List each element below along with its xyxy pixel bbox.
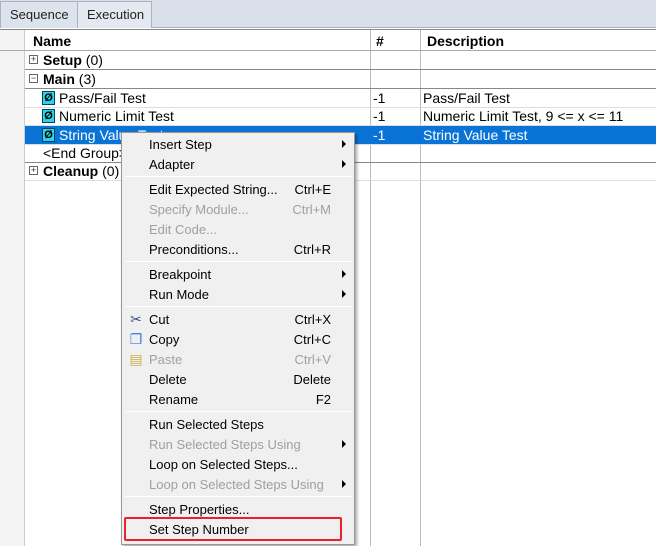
menu-item-run-mode[interactable]: Run Mode <box>122 284 354 304</box>
table-row[interactable]: Ø Pass/Fail Test -1 Pass/Fail Test <box>25 89 656 108</box>
menu-item-label: Rename <box>149 392 199 407</box>
menu-item-run-selected-steps-using[interactable]: Run Selected Steps Using <box>122 434 354 454</box>
menu-item-shortcut: Ctrl+V <box>294 352 331 367</box>
group-name: Cleanup (0) <box>43 163 120 179</box>
table-row[interactable]: + Setup (0) <box>25 51 656 70</box>
menu-item-label: Set Step Number <box>149 522 249 537</box>
step-type-icon: Ø <box>42 128 55 142</box>
menu-item-label: Preconditions... <box>149 242 239 257</box>
menu-item-label: Breakpoint <box>149 267 212 282</box>
submenu-arrow-icon <box>342 480 346 488</box>
menu-item-label: Cut <box>149 312 170 327</box>
submenu-arrow-icon <box>342 440 346 448</box>
menu-item-label: Loop on Selected Steps Using <box>149 477 324 492</box>
menu-item-specify-module[interactable]: Specify Module... Ctrl+M <box>122 199 354 219</box>
menu-separator <box>125 411 352 412</box>
menu-item-label: Adapter <box>149 157 195 172</box>
menu-item-label: Specify Module... <box>149 202 249 217</box>
menu-item-label: Run Selected Steps Using <box>149 437 301 452</box>
menu-item-delete[interactable]: Delete Delete <box>122 369 354 389</box>
submenu-arrow-icon <box>342 270 346 278</box>
group-name: Setup (0) <box>43 52 103 68</box>
step-number: -1 <box>373 90 386 106</box>
group-name: Main (3) <box>43 71 96 87</box>
menu-item-label: Loop on Selected Steps... <box>149 457 298 472</box>
menu-item-shortcut: Delete <box>293 372 331 387</box>
menu-separator <box>125 306 352 307</box>
step-name: <End Group> <box>43 145 128 161</box>
table-row[interactable]: − Main (3) <box>25 70 656 89</box>
menu-item-paste[interactable]: ▤ Paste Ctrl+V <box>122 349 354 369</box>
tab-sequence[interactable]: Sequence <box>0 1 79 28</box>
copy-icon: ❐ <box>129 331 143 347</box>
menu-item-preconditions[interactable]: Preconditions... Ctrl+R <box>122 239 354 259</box>
menu-item-shortcut: Ctrl+R <box>293 242 331 257</box>
table-row[interactable]: Ø Numeric Limit Test -1 Numeric Limit Test,… <box>25 107 656 126</box>
menu-item-insert-step[interactable]: Insert Step <box>122 134 354 154</box>
menu-item-cut[interactable]: ✂ Cut Ctrl+X <box>122 309 354 329</box>
menu-item-edit-code[interactable]: Edit Code... <box>122 219 354 239</box>
menu-item-shortcut: Ctrl+M <box>292 202 331 217</box>
step-type-icon: Ø <box>42 109 55 123</box>
menu-item-breakpoint[interactable]: Breakpoint <box>122 264 354 284</box>
step-description: Numeric Limit Test, 9 <= x <= 11 <box>423 108 624 124</box>
tab-bar: Sequence Execution <box>0 0 656 28</box>
menu-item-label: Edit Code... <box>149 222 217 237</box>
step-type-icon: Ø <box>42 91 55 105</box>
menu-item-label: Copy <box>149 332 180 347</box>
menu-item-step-properties[interactable]: Step Properties... <box>122 499 354 519</box>
menu-item-rename[interactable]: Rename F2 <box>122 389 354 409</box>
context-menu: Insert Step Adapter Edit Expected String..… <box>121 132 355 545</box>
menu-item-shortcut: F2 <box>315 392 331 407</box>
step-description: String Value Test <box>423 127 528 143</box>
column-header-number[interactable]: # <box>376 33 384 49</box>
menu-item-label: Paste <box>149 352 183 367</box>
menu-item-label: Step Properties... <box>149 502 250 517</box>
column-header-name[interactable]: Name <box>33 33 71 49</box>
step-name: Numeric Limit Test <box>59 108 174 124</box>
menu-item-label: Insert Step <box>149 137 212 152</box>
menu-item-run-selected-steps[interactable]: Run Selected Steps <box>122 414 354 434</box>
submenu-arrow-icon <box>342 140 346 148</box>
step-description: Pass/Fail Test <box>423 90 510 106</box>
tab-execution[interactable]: Execution <box>77 1 152 28</box>
menu-item-label: Run Mode <box>149 287 209 302</box>
collapse-icon[interactable]: − <box>29 74 38 83</box>
submenu-arrow-icon <box>342 160 346 168</box>
menu-item-shortcut: Ctrl+E <box>294 182 331 197</box>
menu-separator <box>125 176 352 177</box>
menu-item-edit-expected-string[interactable]: Edit Expected String... Ctrl+E <box>122 179 354 199</box>
menu-item-loop-on-selected-steps-using[interactable]: Loop on Selected Steps Using <box>122 474 354 494</box>
menu-item-label: Edit Expected String... <box>149 182 278 197</box>
step-name: Pass/Fail Test <box>59 90 146 106</box>
menu-item-label: Run Selected Steps <box>149 417 264 432</box>
expand-icon[interactable]: + <box>29 55 38 64</box>
menu-item-loop-on-selected-steps[interactable]: Loop on Selected Steps... <box>122 454 354 474</box>
menu-item-copy[interactable]: ❐ Copy Ctrl+C <box>122 329 354 349</box>
menu-item-set-step-number[interactable]: Set Step Number <box>122 519 354 539</box>
menu-item-shortcut: Ctrl+X <box>294 312 331 327</box>
step-number: -1 <box>373 127 386 143</box>
paste-icon: ▤ <box>129 351 143 367</box>
menu-item-shortcut: Ctrl+C <box>293 332 331 347</box>
step-number: -1 <box>373 108 386 124</box>
menu-item-label: Delete <box>149 372 187 387</box>
row-gutter <box>0 29 25 546</box>
menu-separator <box>125 261 352 262</box>
expand-icon[interactable]: + <box>29 166 38 175</box>
submenu-arrow-icon <box>342 290 346 298</box>
scissors-icon: ✂ <box>130 311 142 327</box>
grid-header: Name # Description <box>0 29 656 51</box>
menu-separator <box>125 496 352 497</box>
column-header-description[interactable]: Description <box>427 33 504 49</box>
menu-item-adapter[interactable]: Adapter <box>122 154 354 174</box>
